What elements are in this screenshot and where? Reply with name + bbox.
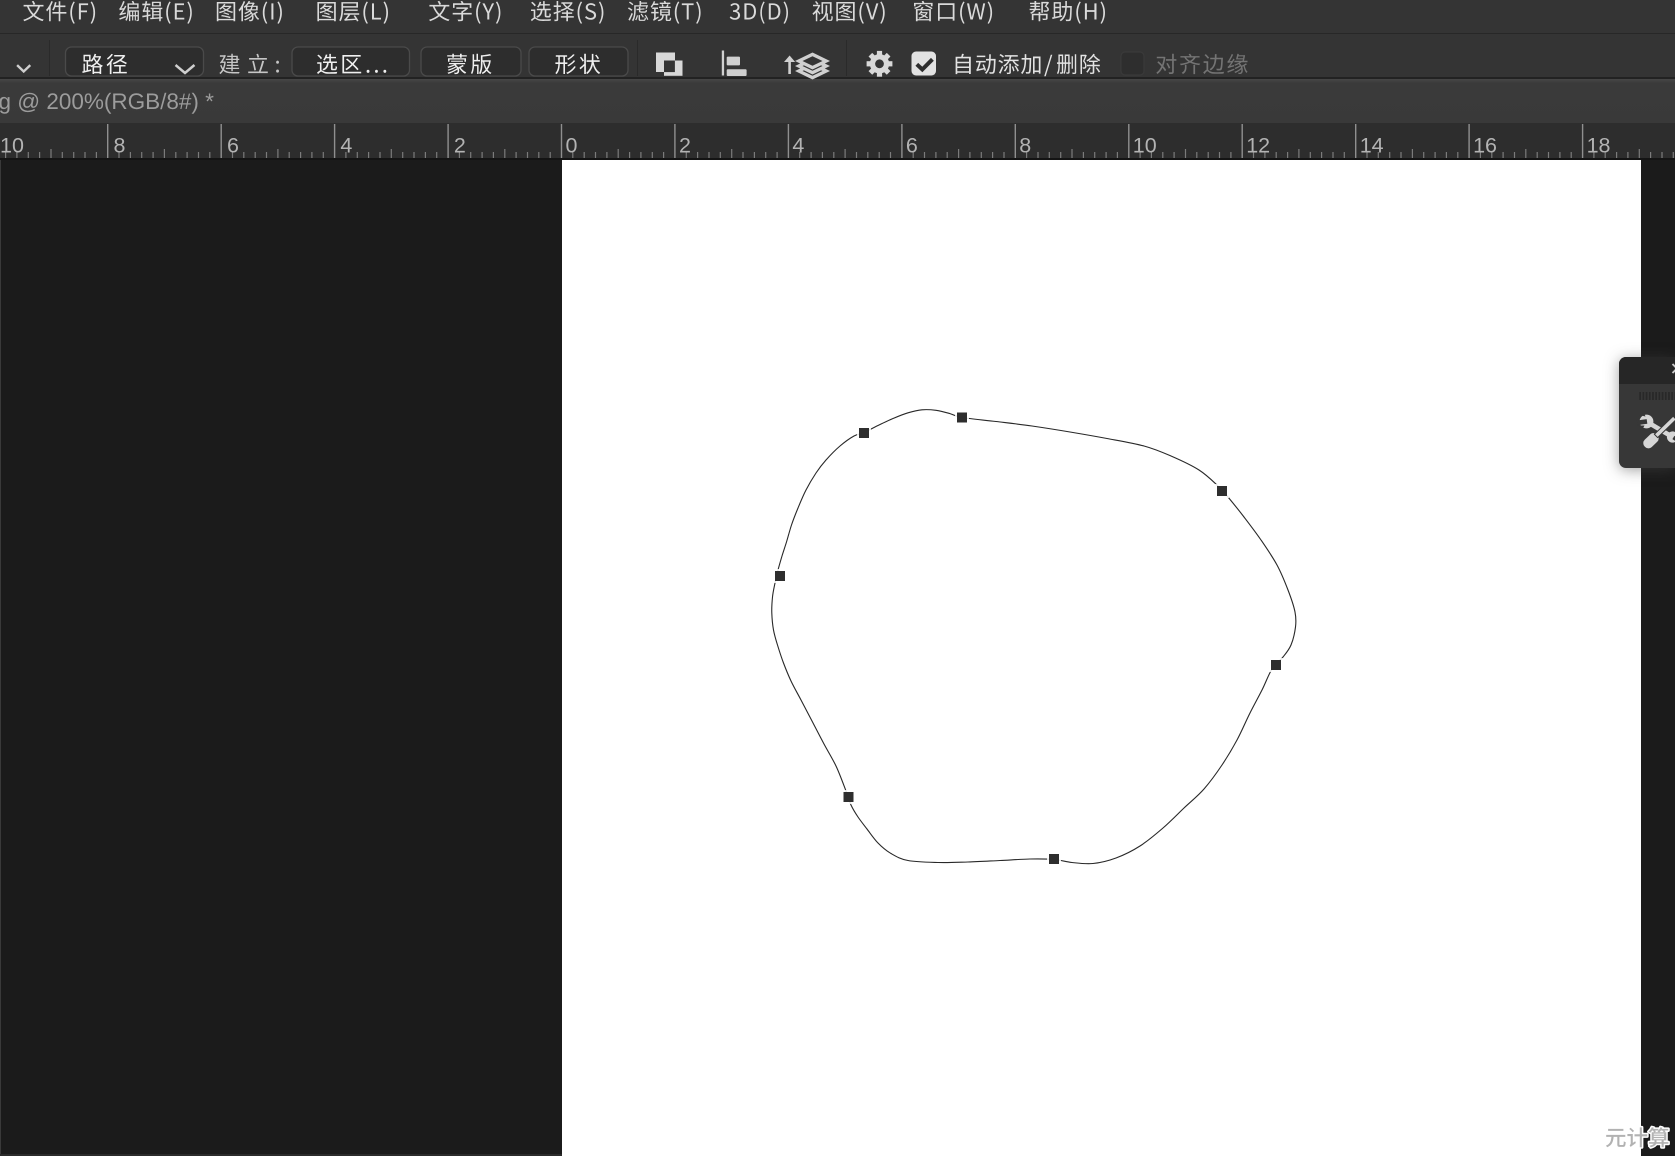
svg-text:10: 10 bbox=[0, 133, 24, 157]
svg-text:16: 16 bbox=[1473, 133, 1497, 157]
svg-text:10: 10 bbox=[1133, 133, 1157, 157]
svg-text:4: 4 bbox=[340, 133, 352, 157]
svg-text:6: 6 bbox=[906, 133, 918, 157]
svg-text:4: 4 bbox=[792, 133, 804, 157]
svg-text:6: 6 bbox=[227, 133, 239, 157]
svg-text:2: 2 bbox=[679, 133, 691, 157]
svg-text:8: 8 bbox=[114, 133, 126, 157]
svg-text:14: 14 bbox=[1360, 133, 1384, 157]
svg-text:12: 12 bbox=[1246, 133, 1270, 157]
svg-text:8: 8 bbox=[1019, 133, 1031, 157]
svg-text:0: 0 bbox=[566, 133, 578, 157]
svg-text:2: 2 bbox=[454, 133, 466, 157]
svg-text:18: 18 bbox=[1587, 133, 1611, 157]
